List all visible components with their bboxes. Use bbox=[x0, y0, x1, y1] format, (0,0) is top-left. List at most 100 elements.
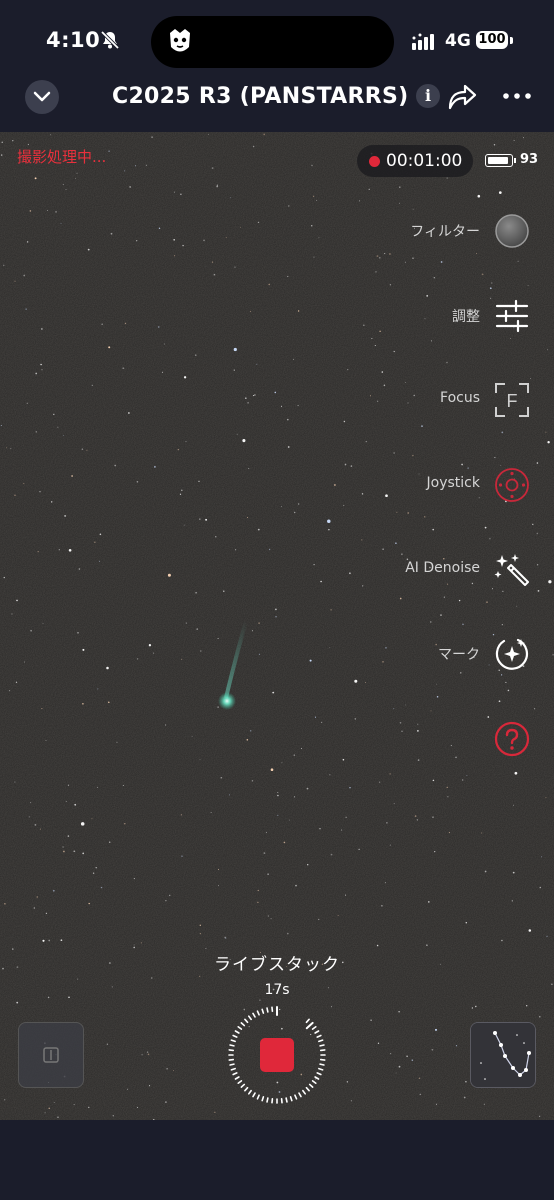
shutter-tick bbox=[289, 1096, 293, 1102]
star bbox=[108, 346, 111, 349]
star bbox=[136, 658, 139, 660]
sky-map-button[interactable] bbox=[470, 1022, 536, 1088]
star bbox=[45, 739, 47, 742]
star bbox=[14, 494, 16, 496]
shutter-tick bbox=[244, 1018, 249, 1024]
shutter-tick bbox=[319, 1044, 325, 1047]
star bbox=[9, 690, 11, 692]
collapse-button[interactable] bbox=[25, 80, 59, 114]
bottom-bar bbox=[0, 1120, 554, 1200]
status-bar: 4:10 4G 100 bbox=[0, 0, 554, 72]
star bbox=[440, 614, 442, 616]
live-view[interactable]: 撮影処理中... 00:01:00 93 フィルター 調整 Focus F Jo… bbox=[0, 132, 554, 1120]
star bbox=[498, 191, 502, 194]
tool-mark[interactable]: マーク bbox=[254, 632, 554, 676]
star bbox=[64, 515, 66, 517]
star bbox=[73, 1103, 75, 1106]
star bbox=[148, 644, 152, 647]
focus-icon: F bbox=[495, 383, 529, 417]
star bbox=[510, 337, 511, 339]
star bbox=[40, 363, 42, 366]
shutter-tick bbox=[266, 1097, 269, 1103]
star bbox=[67, 835, 70, 837]
star bbox=[25, 308, 27, 310]
network-type: 4G bbox=[445, 31, 471, 51]
capture-thumbnail[interactable] bbox=[18, 1022, 84, 1088]
star bbox=[3, 576, 5, 579]
device-battery-icon bbox=[485, 154, 513, 167]
share-icon[interactable] bbox=[446, 80, 478, 112]
star bbox=[98, 560, 101, 562]
star bbox=[177, 448, 180, 451]
star bbox=[306, 787, 309, 790]
star bbox=[379, 257, 381, 259]
star bbox=[491, 282, 493, 284]
star bbox=[236, 433, 238, 435]
shutter-tick bbox=[319, 1063, 325, 1066]
tool-adjust[interactable]: 調整 bbox=[254, 294, 554, 338]
star bbox=[395, 1072, 397, 1074]
star bbox=[28, 816, 30, 818]
star bbox=[167, 573, 171, 577]
tool-ai-denoise[interactable]: AI Denoise bbox=[254, 548, 554, 592]
star bbox=[106, 1043, 108, 1045]
star bbox=[494, 457, 496, 459]
shutter-tick bbox=[234, 1030, 240, 1034]
star bbox=[393, 350, 395, 353]
star bbox=[319, 828, 321, 830]
star bbox=[393, 452, 395, 454]
star bbox=[421, 425, 423, 427]
star bbox=[0, 425, 2, 426]
shutter-tick bbox=[230, 1039, 236, 1043]
star bbox=[173, 255, 176, 257]
star bbox=[165, 1101, 167, 1103]
tool-help[interactable] bbox=[254, 717, 554, 761]
star bbox=[287, 275, 289, 277]
shutter-tick bbox=[240, 1083, 246, 1088]
star bbox=[97, 688, 99, 690]
star bbox=[4, 902, 6, 905]
star bbox=[11, 613, 13, 615]
star bbox=[295, 884, 297, 887]
phone-battery-tip bbox=[510, 37, 513, 44]
info-button[interactable]: i bbox=[416, 84, 440, 108]
star bbox=[110, 232, 113, 235]
header: C2025 R3 (PANSTARRS) i bbox=[0, 72, 554, 132]
bell-slash-icon bbox=[100, 30, 120, 50]
tool-filter[interactable]: フィルター bbox=[254, 209, 554, 253]
star bbox=[164, 343, 166, 345]
comet[interactable] bbox=[218, 692, 236, 710]
shutter-tick bbox=[318, 1067, 324, 1071]
star bbox=[34, 824, 37, 826]
star bbox=[195, 591, 197, 594]
star bbox=[263, 133, 266, 136]
star bbox=[405, 261, 407, 263]
star bbox=[199, 924, 201, 926]
star bbox=[181, 658, 183, 660]
star bbox=[75, 178, 76, 179]
more-icon[interactable] bbox=[500, 82, 534, 110]
star bbox=[82, 852, 85, 855]
star bbox=[161, 371, 164, 373]
shutter-tick bbox=[311, 1080, 317, 1085]
star bbox=[41, 708, 43, 710]
star bbox=[229, 197, 231, 199]
star bbox=[311, 164, 313, 167]
star bbox=[133, 946, 136, 949]
star bbox=[100, 886, 103, 889]
shutter-tick bbox=[261, 1096, 265, 1102]
star bbox=[539, 886, 542, 889]
star bbox=[337, 915, 339, 916]
star bbox=[136, 1106, 139, 1108]
star bbox=[157, 326, 160, 328]
star bbox=[205, 518, 208, 521]
star bbox=[523, 137, 525, 139]
star bbox=[169, 894, 171, 896]
shutter-tick bbox=[229, 1063, 235, 1066]
star bbox=[364, 682, 366, 684]
tool-joystick[interactable]: Joystick bbox=[254, 463, 554, 507]
star bbox=[14, 280, 16, 282]
tool-focus[interactable]: Focus F bbox=[254, 378, 554, 422]
stop-button[interactable] bbox=[227, 1005, 327, 1105]
star bbox=[251, 780, 254, 782]
